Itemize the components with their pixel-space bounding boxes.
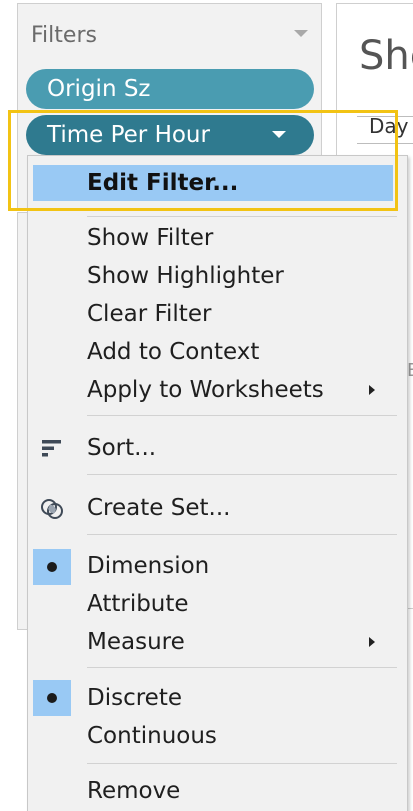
menu-item-show-highlighter[interactable]: Show Highlighter [87, 261, 284, 291]
filters-title: Filters [31, 23, 97, 48]
menu-separator [87, 667, 397, 668]
filters-shelf-dropdown-icon[interactable] [294, 30, 308, 37]
menu-item-measure[interactable]: Measure [87, 627, 185, 657]
submenu-arrow-icon [369, 385, 375, 395]
sort-icon [42, 440, 61, 457]
highlight-annotation-box [8, 110, 398, 211]
menu-separator [87, 534, 397, 535]
menu-separator [87, 216, 397, 217]
menu-separator [87, 763, 397, 764]
menu-item-continuous[interactable]: Continuous [87, 721, 217, 751]
menu-separator [87, 474, 397, 475]
filter-pill-label: Origin Sz [47, 76, 151, 102]
menu-separator [87, 415, 397, 416]
sheet-title: She [359, 33, 413, 79]
submenu-arrow-icon [369, 637, 375, 647]
radio-dot-icon [47, 693, 57, 703]
filter-context-menu: Edit Filter... Show Filter Show Highligh… [27, 155, 408, 811]
menu-item-apply-to-worksheets[interactable]: Apply to Worksheets [87, 375, 324, 405]
dimension-selected-indicator [33, 549, 71, 585]
menu-item-clear-filter[interactable]: Clear Filter [87, 299, 211, 329]
set-icon [41, 499, 63, 519]
radio-dot-icon [47, 562, 57, 572]
menu-item-show-filter[interactable]: Show Filter [87, 223, 213, 253]
menu-item-remove[interactable]: Remove [87, 776, 180, 806]
filter-pill-origin-sz[interactable]: Origin Sz [26, 69, 314, 109]
menu-item-sort[interactable]: Sort... [87, 433, 156, 463]
menu-item-add-to-context[interactable]: Add to Context [87, 337, 259, 367]
menu-item-create-set[interactable]: Create Set... [87, 493, 230, 523]
tableau-workspace: Filters Origin Sz Time Per Hour She Day … [0, 0, 413, 811]
menu-item-attribute[interactable]: Attribute [87, 589, 189, 619]
discrete-selected-indicator [33, 680, 71, 716]
menu-item-discrete[interactable]: Discrete [87, 683, 182, 713]
menu-item-dimension[interactable]: Dimension [87, 551, 209, 581]
